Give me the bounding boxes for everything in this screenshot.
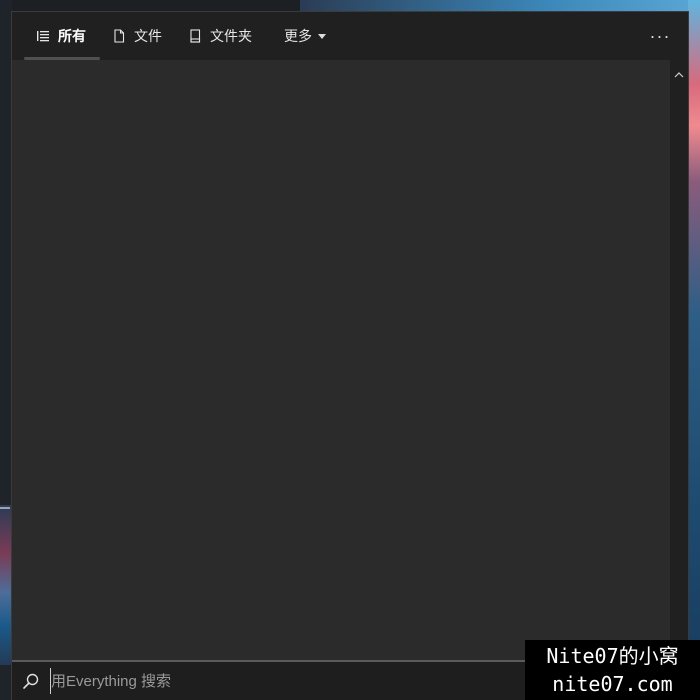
wallpaper-art-right <box>688 0 700 700</box>
more-icon[interactable]: ··· <box>648 26 672 46</box>
file-icon <box>112 29 126 43</box>
watermark-line1: Nite07的小窝 <box>546 644 679 668</box>
results-list <box>12 60 670 660</box>
wallpaper-top-strip <box>300 0 700 12</box>
filter-toolbar: 所有 文件 文件夹 更多 ··· <box>12 12 688 60</box>
tab-all-label: 所有 <box>58 28 86 44</box>
wallpaper-tick <box>0 507 10 509</box>
search-input[interactable] <box>50 668 571 694</box>
chevron-down-icon <box>318 33 326 39</box>
tab-files-label: 文件 <box>134 28 162 44</box>
tab-more[interactable]: 更多 <box>265 12 339 60</box>
tab-folders-label: 文件夹 <box>210 28 252 44</box>
everything-search-window: 所有 文件 文件夹 更多 ··· <box>12 12 688 700</box>
results-scrollbar[interactable] <box>670 60 688 660</box>
watermark-line2: nite07.com <box>552 672 673 696</box>
wallpaper-art-left <box>0 505 12 665</box>
tab-folders[interactable]: 文件夹 <box>175 12 265 60</box>
search-icon <box>22 672 40 690</box>
tab-more-label: 更多 <box>284 28 312 44</box>
list-icon <box>36 29 50 43</box>
tab-all[interactable]: 所有 <box>12 12 100 60</box>
chevron-up-icon[interactable] <box>674 66 684 78</box>
folder-icon <box>188 29 202 43</box>
watermark: Nite07的小窝 nite07.com <box>525 640 700 700</box>
tab-files[interactable]: 文件 <box>99 12 175 60</box>
